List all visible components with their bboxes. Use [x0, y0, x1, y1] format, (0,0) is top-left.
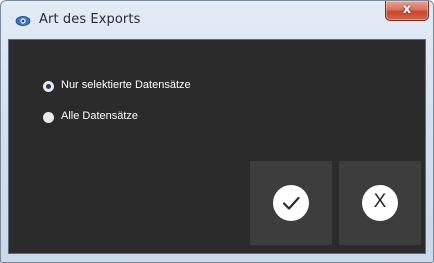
close-icon: x	[402, 2, 412, 17]
title-bar[interactable]: Art des Exports x	[1, 1, 433, 39]
cancel-glyph: X	[373, 191, 387, 212]
radio-label-selected-records[interactable]: Nur selektierte Datensätze	[61, 79, 191, 91]
radio-label-all-records[interactable]: Alle Datensätze	[61, 110, 138, 122]
close-button[interactable]: x	[385, 1, 429, 21]
dialog-window: Art des Exports x Nur selektierte Datens…	[0, 0, 434, 263]
radio-button-unselected[interactable]	[43, 112, 54, 123]
checkmark-icon	[273, 185, 309, 221]
radio-button-selected[interactable]	[43, 81, 54, 92]
window-title: Art des Exports	[39, 12, 141, 27]
confirm-button[interactable]	[250, 161, 332, 245]
radio-selected-dot	[46, 84, 51, 89]
dialog-content: Nur selektierte Datensätze Alle Datensät…	[8, 39, 426, 254]
eye-icon	[15, 13, 31, 29]
x-icon: X	[362, 185, 398, 221]
cancel-button[interactable]: X	[339, 161, 421, 245]
